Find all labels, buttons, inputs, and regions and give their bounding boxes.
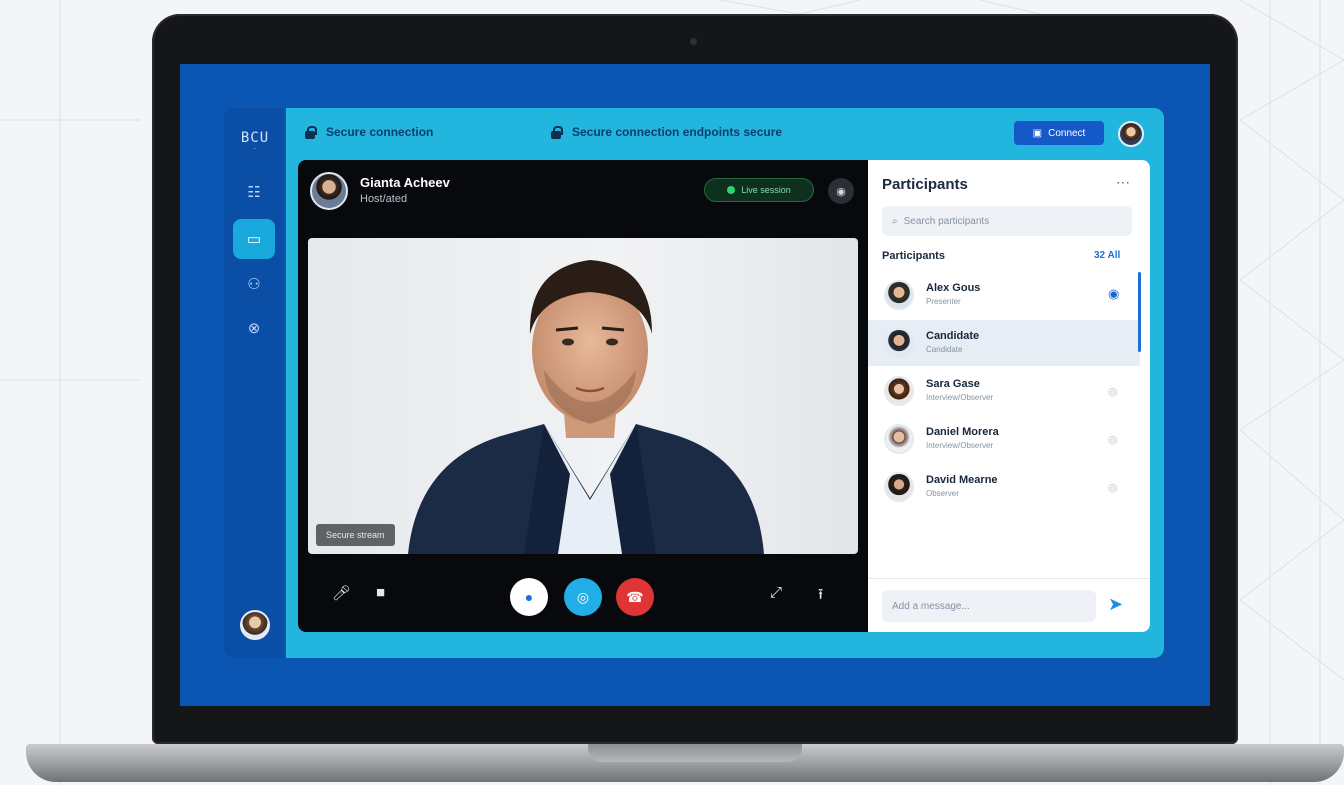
- caller-name: Gianta Acheev: [360, 175, 450, 190]
- app-logo-text: BCU: [240, 130, 270, 146]
- message-input[interactable]: Add a message...: [882, 590, 1096, 622]
- participant-row[interactable]: Sara Gase Interview/Observer ◎: [868, 368, 1140, 414]
- status-icon: ◎: [1108, 482, 1118, 494]
- connect-label: Connect: [1048, 127, 1086, 139]
- lock-icon: [304, 126, 317, 139]
- caller-avatar: [310, 172, 348, 210]
- message-placeholder: Add a message...: [892, 600, 970, 612]
- main-area: Secure connection Secure connection endp…: [286, 108, 1164, 658]
- participants-section-label: Participants: [882, 250, 945, 262]
- participant-avatar: [884, 280, 914, 310]
- participant-role: Candidate: [926, 345, 963, 354]
- participant-row[interactable]: Candidate Candidate: [868, 320, 1140, 366]
- video-feed: Secure stream: [308, 238, 858, 554]
- top-bar: Secure connection Secure connection endp…: [286, 108, 1164, 158]
- participant-name: David Mearne: [926, 474, 998, 486]
- divider: [868, 578, 1150, 579]
- app-logo-subtext: —: [253, 146, 257, 152]
- participants-search-input[interactable]: ⌕ Search participants: [882, 206, 1132, 236]
- upload-icon[interactable]: ⭱: [818, 584, 823, 609]
- caller-subtitle: Host/ated: [360, 193, 408, 205]
- status-badge: Live session: [704, 178, 814, 202]
- video-call-app: BCU — ☷ ▭ ⚇ ⊗ Secure connection Secure c…: [224, 108, 1164, 658]
- side-rail: BCU — ☷ ▭ ⚇ ⊗: [224, 108, 284, 658]
- participant-name: Candidate: [926, 330, 980, 342]
- app-logo: BCU —: [236, 130, 274, 152]
- active-status-icon: ◉: [1108, 286, 1120, 301]
- participant-role: Presenter: [926, 297, 961, 306]
- more-options-icon[interactable]: ⋯: [1116, 174, 1131, 191]
- participant-avatar: [884, 328, 914, 358]
- user-avatar[interactable]: [240, 610, 270, 640]
- secure-indicator-center: Secure connection endpoints secure: [550, 125, 782, 139]
- participant-name: Daniel Morera: [926, 426, 999, 438]
- live-dot-icon: [727, 186, 736, 194]
- screen-icon: ▣: [1032, 127, 1043, 139]
- secure-indicator-left: Secure connection: [304, 125, 433, 139]
- participant-role: Interview/Observer: [926, 441, 994, 450]
- search-placeholder: Search participants: [903, 215, 990, 227]
- call-controls: 🎤︎ ■ ● ◎ ☎ ⤢ ⭱: [298, 564, 868, 632]
- status-label: Live session: [741, 185, 791, 195]
- webcam-dot: [690, 38, 697, 45]
- person-video-image: [408, 260, 764, 554]
- chat-icon[interactable]: ▭: [233, 219, 275, 259]
- status-icon: ◎: [1108, 386, 1118, 398]
- participants-scrollbar[interactable]: [1138, 272, 1141, 352]
- participants-title: Participants: [882, 176, 968, 193]
- share-button[interactable]: ◎: [564, 578, 602, 616]
- record-icon[interactable]: ◉: [828, 178, 854, 204]
- profile-avatar[interactable]: [1118, 121, 1144, 147]
- microphone-icon[interactable]: 🎤︎: [332, 584, 351, 602]
- fullscreen-icon[interactable]: ⤢: [770, 584, 782, 601]
- participant-row[interactable]: Alex Gous Presenter ◉: [868, 272, 1140, 318]
- participants-count[interactable]: 32 All: [1094, 250, 1120, 261]
- participant-name: Alex Gous: [926, 282, 981, 294]
- video-panel: Gianta Acheev Host/ated Live session ◉ S…: [298, 160, 868, 632]
- participant-row[interactable]: Daniel Morera Interview/Observer ◎: [868, 416, 1140, 462]
- participant-avatar: [884, 472, 914, 502]
- participant-row[interactable]: David Mearne Observer ◎: [868, 464, 1140, 510]
- participant-avatar: [884, 424, 914, 454]
- secure-label-detail: Secure connection endpoints secure: [572, 125, 783, 139]
- search-icon: ⌕: [892, 215, 898, 227]
- secure-label: Secure connection: [326, 125, 434, 139]
- status-icon: ◎: [1108, 434, 1118, 446]
- send-icon[interactable]: ➤: [1108, 594, 1123, 615]
- laptop-notch: [588, 744, 802, 762]
- settings-icon[interactable]: ⊗: [233, 308, 275, 348]
- dashboard-icon[interactable]: ☷: [233, 172, 275, 212]
- end-call-button[interactable]: ☎: [616, 578, 654, 616]
- participants-panel: Participants ⋯ ⌕ Search participants Par…: [868, 160, 1150, 632]
- camera-icon[interactable]: ■: [376, 584, 385, 601]
- feed-label: Secure stream: [316, 524, 395, 546]
- participant-role: Interview/Observer: [926, 393, 994, 402]
- lock-icon: [550, 126, 563, 139]
- participant-avatar: [884, 376, 914, 406]
- people-icon[interactable]: ⚇: [233, 264, 275, 304]
- participant-name: Sara Gase: [926, 378, 980, 390]
- connect-button[interactable]: ▣ Connect: [1014, 121, 1104, 145]
- mute-button[interactable]: ●: [510, 578, 548, 616]
- laptop-screen: BCU — ☷ ▭ ⚇ ⊗ Secure connection Secure c…: [180, 64, 1210, 706]
- participant-role: Observer: [926, 489, 959, 498]
